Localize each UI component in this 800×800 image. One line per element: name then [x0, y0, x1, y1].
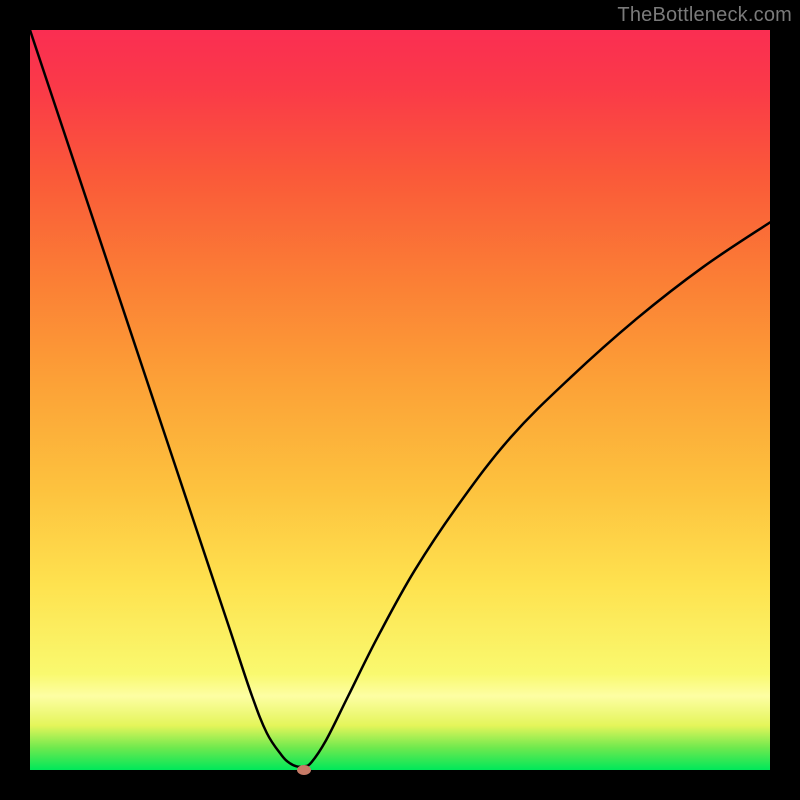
chart-plot-area	[30, 30, 770, 770]
watermark-text: TheBottleneck.com	[617, 4, 792, 27]
chart-frame: TheBottleneck.com	[0, 0, 800, 800]
optimal-point-marker	[297, 765, 311, 775]
